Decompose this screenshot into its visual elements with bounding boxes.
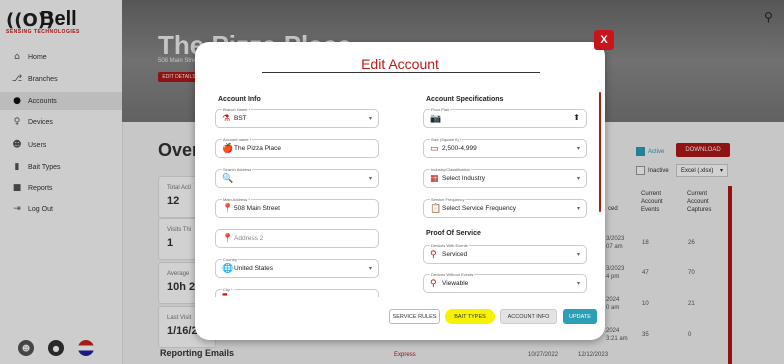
location-pin-icon: 📍 (222, 234, 234, 244)
apple-icon: 🍎 (222, 144, 234, 154)
account-name-field[interactable]: Account name * 🍎 The Pizza Place (215, 137, 379, 158)
field-label: Account name * (222, 137, 253, 142)
devices-without-events-select[interactable]: Devices Without Events ⚲ Viewable ▾ (423, 272, 587, 293)
field-value: BST (234, 115, 247, 122)
field-label: Devices Without Events (430, 272, 475, 277)
search-icon: 🔍 (222, 174, 234, 184)
modal-scrollbar[interactable] (599, 92, 601, 212)
close-icon: X (600, 34, 608, 46)
account-specs-title: Account Specifications (426, 96, 504, 103)
field-label: Service Frequency (430, 197, 466, 202)
chevron-down-icon: ▾ (576, 145, 580, 152)
chevron-down-icon: ▾ (368, 175, 372, 182)
field-label: Size (Square ft) * (430, 137, 463, 142)
chevron-down-icon: ▾ (576, 175, 580, 182)
industry-select[interactable]: Industry/Classification ▦ Select Industr… (423, 167, 587, 188)
camera-icon: 📷 (430, 114, 442, 124)
field-label: Main Address * (222, 197, 251, 202)
field-label: Devices With Events (430, 243, 469, 248)
chevron-down-icon: ▾ (576, 280, 580, 287)
field-value: Select Industry (442, 175, 485, 182)
service-icon: ⚲ (430, 250, 437, 260)
field-label: Floor Plan (430, 107, 451, 112)
close-button[interactable]: X (594, 30, 614, 50)
account-info-button[interactable]: ACCOUNT INFO (500, 309, 557, 324)
search-address-field[interactable]: Search Address 🔍 ▾ (215, 167, 379, 188)
service-rules-button[interactable]: SERVICE RULES (389, 309, 440, 324)
field-label: Search Address (222, 167, 253, 172)
city-field[interactable]: City * ▬ (215, 287, 379, 298)
chevron-down-icon: ▾ (368, 115, 372, 122)
chevron-down-icon: ▾ (576, 205, 580, 212)
globe-icon: 🌐 (222, 264, 234, 274)
field-label: Industry/Classification (430, 167, 471, 172)
field-value: Serviced (442, 251, 468, 258)
branch-select[interactable]: Branch Name * ⚗ BST ▾ (215, 107, 379, 128)
chevron-down-icon: ▾ (368, 265, 372, 272)
title-divider (262, 72, 540, 73)
main-address-field[interactable]: Main Address * 📍 508 Main Street (215, 197, 379, 218)
clipboard-icon: 📋 (430, 204, 442, 214)
proof-of-service-title: Proof Of Service (426, 230, 481, 237)
bait-types-button[interactable]: BAIT TYPES (445, 309, 495, 324)
industry-icon: ▦ (430, 174, 439, 184)
field-value: 2,500-4,999 (442, 145, 477, 152)
city-icon: ▬ (222, 291, 228, 298)
address-2-field[interactable]: 📍 Address 2 (215, 229, 379, 248)
field-label: Country (222, 257, 239, 262)
field-value: 508 Main Street (234, 205, 280, 212)
service-frequency-select[interactable]: Service Frequency 📋 Select Service Frequ… (423, 197, 587, 218)
field-value: Select Service Frequency (442, 205, 517, 212)
chevron-down-icon: ▾ (576, 251, 580, 258)
floor-plan-upload[interactable]: Floor Plan 📷 ⬆ (423, 107, 587, 128)
update-button[interactable]: UPDATE (563, 309, 597, 324)
service-icon: ⚲ (430, 279, 437, 289)
country-select[interactable]: Country 🌐 United States ▾ (215, 257, 379, 278)
upload-icon[interactable]: ⬆ (573, 113, 580, 122)
devices-with-events-select[interactable]: Devices With Events ⚲ Serviced ▾ (423, 243, 587, 264)
branch-icon: ⚗ (222, 114, 231, 124)
field-value: Viewable (442, 280, 469, 287)
location-pin-icon: 📍 (222, 204, 234, 214)
account-info-title: Account Info (218, 96, 261, 103)
field-value: The Pizza Place (234, 145, 281, 152)
size-icon: ▭ (430, 144, 439, 154)
field-placeholder: Address 2 (234, 235, 264, 242)
modal-title: Edit Account (361, 56, 439, 72)
size-select[interactable]: Size (Square ft) * ▭ 2,500-4,999 ▾ (423, 137, 587, 158)
field-value: United States (234, 265, 274, 272)
field-label: Branch Name * (222, 107, 252, 112)
